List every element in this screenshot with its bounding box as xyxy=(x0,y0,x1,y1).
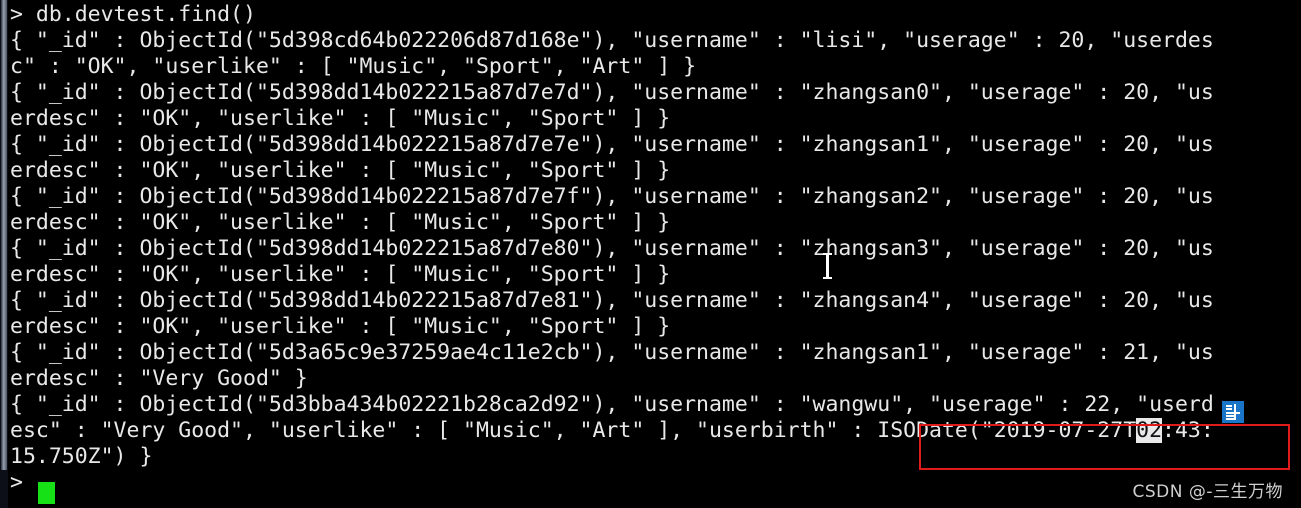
terminal-line-doc3-b: erdesc" : "OK", "userlike" : [ "Music", … xyxy=(10,158,671,183)
vertical-scrollbar[interactable] xyxy=(0,0,8,508)
terminal-line-doc5-b: erdesc" : "OK", "userlike" : [ "Music", … xyxy=(10,262,671,287)
terminal-line-prompt-command: > db.devtest.find() xyxy=(10,2,256,27)
terminal-line-doc6-a: { "_id" : ObjectId("5d398dd14b022215a87d… xyxy=(10,288,1214,313)
terminal-output[interactable]: > db.devtest.find() { "_id" : ObjectId("… xyxy=(10,0,1295,496)
selected-text-hour[interactable]: 02 xyxy=(1136,418,1163,443)
isodate-line-prefix: esc" : "Very Good", "userlike" : [ "Musi… xyxy=(10,418,1137,443)
terminal-line-final-prompt: > xyxy=(10,470,23,495)
terminal-line-doc1-a: { "_id" : ObjectId("5d398cd64b022206d87d… xyxy=(10,28,1214,53)
terminal-line-doc3-a: { "_id" : ObjectId("5d398dd14b022215a87d… xyxy=(10,132,1214,157)
terminal-line-doc7-b: erdesc" : "Very Good" } xyxy=(10,366,308,391)
isodate-line-suffix: :43: xyxy=(1162,418,1214,443)
ime-input-method-icon[interactable] xyxy=(1222,401,1244,423)
terminal-line-doc7-a: { "_id" : ObjectId("5d3a65c9e37259ae4c11… xyxy=(10,340,1214,365)
terminal-line-doc2-a: { "_id" : ObjectId("5d398dd14b022215a87d… xyxy=(10,80,1214,105)
terminal-block-caret xyxy=(38,482,55,504)
terminal-line-doc5-a: { "_id" : ObjectId("5d398dd14b022215a87d… xyxy=(10,236,1214,261)
terminal-line-doc6-b: erdesc" : "OK", "userlike" : [ "Music", … xyxy=(10,314,671,339)
terminal-line-doc1-b: c" : "OK", "userlike" : [ "Music", "Spor… xyxy=(10,54,697,79)
terminal-window[interactable]: > db.devtest.find() { "_id" : ObjectId("… xyxy=(0,0,1301,508)
terminal-line-doc8-c: 15.750Z") } xyxy=(10,444,153,469)
scrollbar-thumb[interactable] xyxy=(1,0,7,470)
terminal-line-doc4-b: erdesc" : "OK", "userlike" : [ "Music", … xyxy=(10,210,671,235)
terminal-line-doc4-a: { "_id" : ObjectId("5d398dd14b022215a87d… xyxy=(10,184,1214,209)
terminal-line-doc8-a: { "_id" : ObjectId("5d3bba434b02221b28ca… xyxy=(10,392,1214,417)
terminal-line-doc2-b: erdesc" : "OK", "userlike" : [ "Music", … xyxy=(10,106,671,131)
terminal-line-doc8-b: esc" : "Very Good", "userlike" : [ "Musi… xyxy=(10,418,1295,444)
csdn-watermark: CSDN @-三生万物 xyxy=(1132,482,1283,502)
